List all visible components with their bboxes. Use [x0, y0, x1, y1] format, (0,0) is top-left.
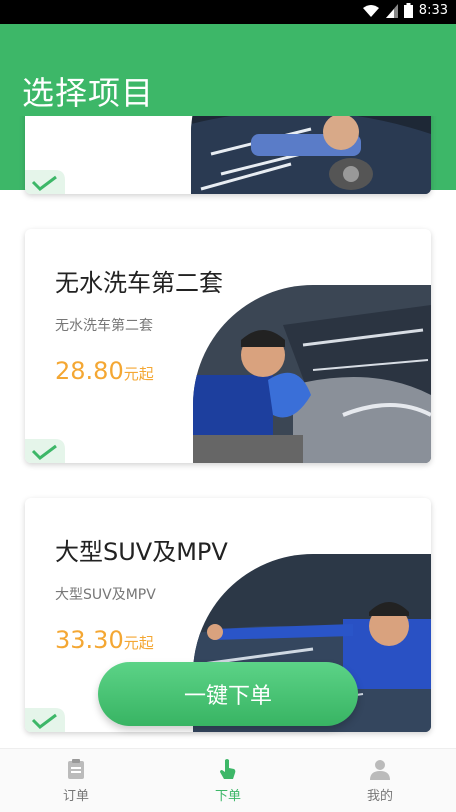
person-icon — [370, 759, 390, 780]
status-icons: 8:33 — [362, 3, 448, 18]
tab-place-order[interactable]: 下单 — [152, 749, 304, 812]
car-wash-photo — [191, 116, 431, 194]
service-name: 无水洗车第二套 — [55, 269, 223, 297]
tab-label: 我的 — [366, 788, 393, 804]
price-value: 28.80 — [55, 357, 124, 385]
service-price: 33.30元起 — [55, 626, 154, 654]
status-bar: 8:33 — [0, 0, 456, 24]
service-card[interactable]: 无水洗车第二套 无水洗车第二套 28.80元起 — [25, 229, 431, 463]
service-description: 大型SUV及MPV — [55, 587, 156, 603]
tab-mine[interactable]: 我的 — [304, 749, 456, 812]
clipboard-icon — [68, 758, 84, 779]
tab-orders[interactable]: 订单 — [0, 749, 152, 812]
tab-label: 下单 — [214, 788, 241, 804]
price-value: 33.30 — [55, 626, 124, 654]
check-icon — [25, 708, 65, 732]
car-wash-photo — [193, 285, 431, 463]
status-time: 8:33 — [418, 3, 448, 18]
check-icon — [25, 439, 65, 463]
bottom-tab-bar: 订单 下单 我的 — [0, 748, 456, 812]
price-unit: 元起 — [123, 365, 154, 383]
check-icon — [25, 170, 65, 194]
service-card[interactable] — [25, 116, 431, 194]
service-photo — [193, 285, 431, 463]
tap-hand-icon — [220, 758, 236, 779]
one-click-order-button[interactable]: 一键下单 — [98, 662, 358, 726]
service-photo — [191, 116, 431, 194]
service-name: 大型SUV及MPV — [55, 538, 228, 566]
page-title: 选择项目 — [22, 74, 155, 112]
service-description: 无水洗车第二套 — [55, 318, 153, 334]
signal-icon — [385, 3, 398, 18]
service-price: 28.80元起 — [55, 357, 154, 385]
service-list[interactable]: 无水洗车第二套 无水洗车第二套 28.80元起 大型SUV及MPV 大型SUV及… — [0, 116, 456, 756]
wifi-icon — [362, 4, 379, 17]
battery-icon — [403, 3, 413, 18]
price-unit: 元起 — [123, 634, 154, 652]
tab-label: 订单 — [62, 788, 89, 804]
